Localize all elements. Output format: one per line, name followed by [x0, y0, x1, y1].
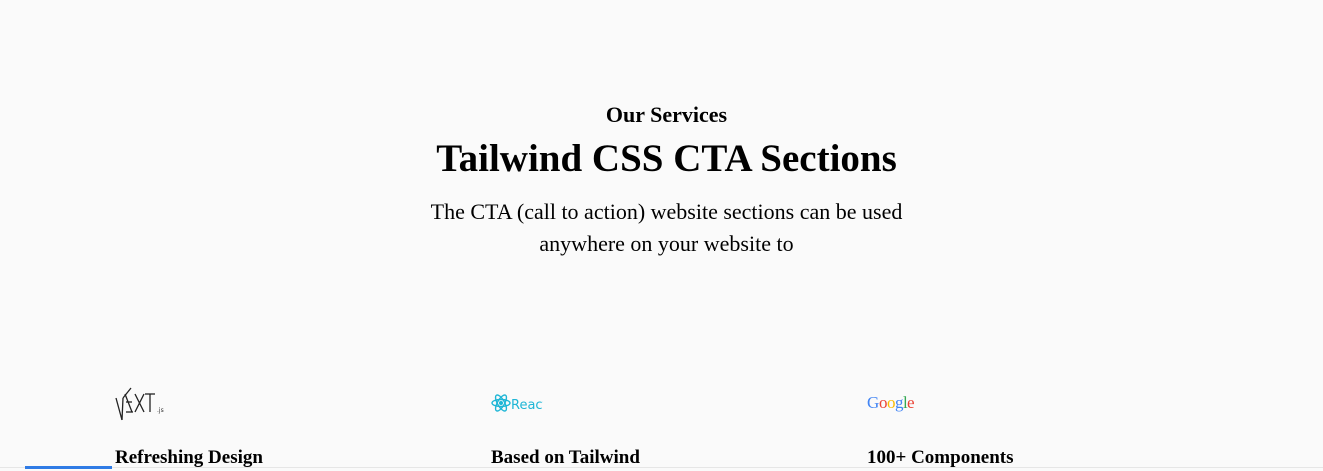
feature-card-based-on-tailwind: React Based on Tailwind: [491, 378, 811, 468]
svg-text:e: e: [907, 393, 915, 412]
scroll-indicator: [25, 466, 112, 469]
feature-card-refreshing-design: .js Refreshing Design: [115, 378, 435, 468]
section-eyebrow: Our Services: [605, 102, 728, 127]
svg-text:G: G: [867, 393, 879, 412]
section-description: The CTA (call to action) website section…: [430, 199, 903, 256]
svg-text:React: React: [511, 398, 543, 413]
svg-text:.js: .js: [157, 407, 164, 414]
divider: [0, 467, 1323, 468]
nextjs-logo-icon: .js: [115, 378, 435, 428]
page-title: Tailwind CSS CTA Sections: [436, 137, 897, 180]
feature-card-components: G o o g l e 100+ Components: [867, 378, 1187, 468]
page: Our Services Tailwind CSS CTA Sections T…: [0, 0, 1323, 471]
react-logo-icon: React: [491, 378, 811, 428]
google-logo-icon: G o o g l e: [867, 378, 1187, 428]
